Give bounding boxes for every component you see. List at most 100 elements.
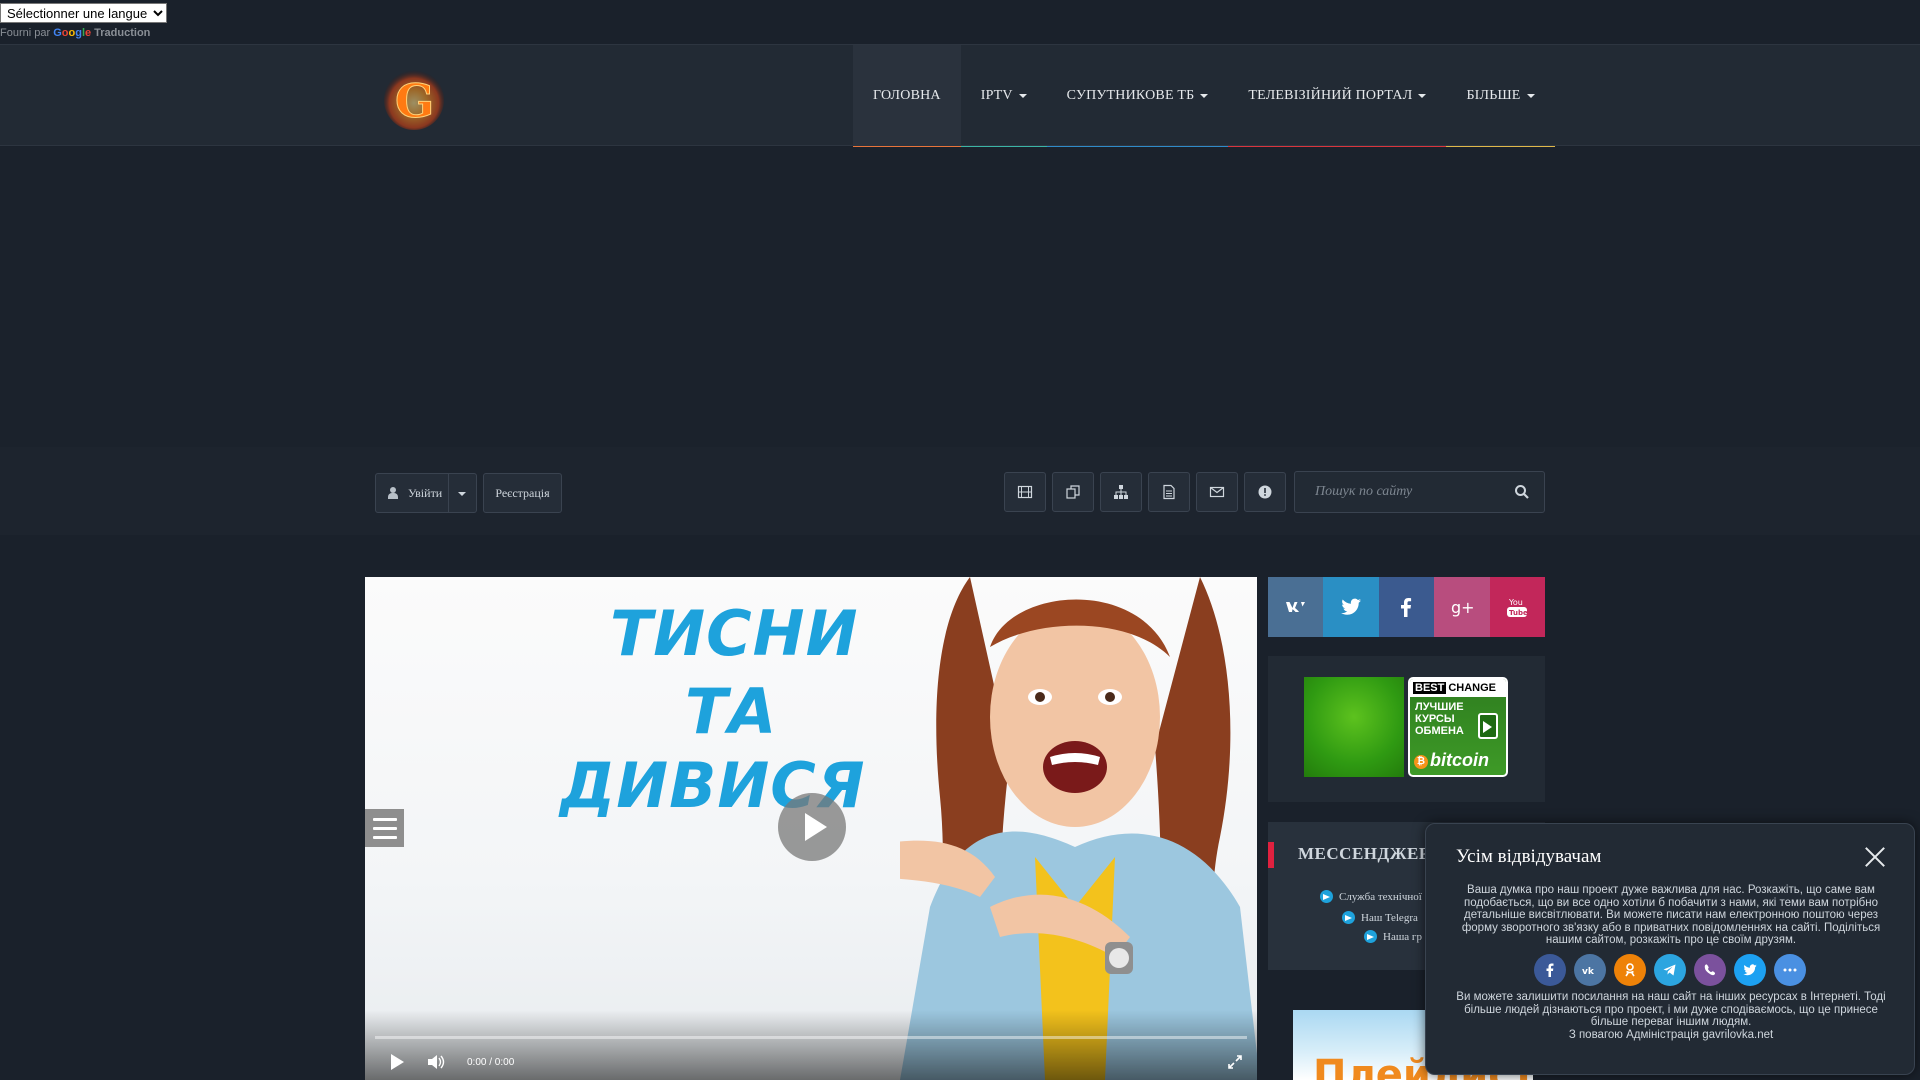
twitter-button[interactable] — [1323, 577, 1379, 637]
menu-line — [372, 817, 397, 821]
search-input[interactable] — [1295, 472, 1505, 512]
nav-item-home[interactable]: ГОЛОВНА — [853, 45, 961, 148]
telegram-share-button[interactable] — [1654, 954, 1686, 986]
register-label: Реєстрація — [495, 485, 550, 500]
copy-icon — [1066, 485, 1080, 499]
caret-down-icon[interactable] — [458, 492, 466, 496]
advertisement-area — [0, 147, 1920, 447]
google-translate-bar: Sélectionner une langue Fourni par Googl… — [0, 0, 1920, 44]
youtube-button[interactable]: You Tube — [1489, 577, 1545, 637]
vk-share-icon: vk — [1582, 967, 1595, 977]
google-plus-button[interactable]: g+ — [1434, 577, 1490, 637]
copy-button[interactable] — [1052, 472, 1094, 512]
popup-message: Ваша думка про наш проект дуже важлива д… — [1461, 884, 1881, 947]
poster-line-2: ТА — [685, 675, 778, 748]
user-icon — [388, 487, 398, 499]
bestchange-text: ЛУЧШИЕ КУРСЫ ОБМЕНА — [1415, 701, 1464, 737]
document-button[interactable] — [1148, 472, 1190, 512]
popup-footer-text: Ви можете залишити посилання на наш сайт… — [1456, 991, 1886, 1041]
film-button[interactable] — [1004, 472, 1046, 512]
progress-bar[interactable] — [375, 1036, 1247, 1039]
facebook-share-button[interactable] — [1534, 954, 1566, 986]
bitcoin-text: bitcoin — [1430, 750, 1489, 770]
login-button[interactable]: Увійти — [375, 473, 477, 513]
caret-down-icon — [1018, 94, 1027, 98]
google-logo: Google — [53, 27, 92, 39]
popup-title: Усім відвідувачам — [1456, 846, 1602, 867]
caret-down-icon — [1526, 94, 1535, 98]
messenger-link-label: Наша гр — [1383, 930, 1422, 943]
sitemap-button[interactable] — [1100, 472, 1142, 512]
site-search — [1294, 471, 1545, 513]
info-button[interactable] — [1244, 472, 1286, 512]
svg-text:Tube: Tube — [1509, 609, 1528, 617]
vk-icon — [1285, 602, 1308, 612]
social-links: g+ You Tube — [1268, 577, 1545, 637]
share-buttons: vk — [1426, 954, 1914, 986]
nav-item-more[interactable]: БІЛЬШЕ — [1446, 45, 1555, 148]
exchange-banner-box: BEST CHANGE ЛУЧШИЕ КУРСЫ ОБМЕНА ₿ bitcoin — [1268, 656, 1545, 802]
vk-button[interactable] — [1268, 577, 1324, 637]
odnoklassniki-share-button[interactable] — [1614, 954, 1646, 986]
player-menu-button[interactable] — [365, 809, 404, 847]
language-select[interactable]: Sélectionner une langue — [0, 3, 167, 23]
search-icon[interactable] — [1514, 484, 1530, 500]
messenger-link-telegram[interactable]: Наш Telegra — [1342, 911, 1418, 924]
video-player[interactable]: ТИСНИ ТА ДИВИСЯ 0:00 / 0:00 — [365, 577, 1257, 1080]
more-share-button[interactable] — [1774, 954, 1806, 986]
bestchange-change: CHANGE — [1448, 682, 1497, 694]
bestchange-banner[interactable]: BEST CHANGE ЛУЧШИЕ КУРСЫ ОБМЕНА ₿ bitcoin — [1408, 677, 1508, 777]
caret-down-icon — [1418, 94, 1427, 98]
vk-share-button[interactable]: vk — [1574, 954, 1606, 986]
telegram-share-icon — [1663, 964, 1676, 976]
caret-down-icon — [1200, 94, 1209, 98]
sitemap-icon — [1114, 485, 1128, 499]
google-plus-icon: g+ — [1451, 598, 1474, 617]
green-banner[interactable] — [1304, 677, 1404, 777]
facebook-button[interactable] — [1378, 577, 1435, 637]
viber-share-icon — [1704, 964, 1716, 976]
menu-line — [372, 835, 397, 839]
bitcoin-icon: ₿ — [1414, 755, 1428, 769]
powered-by-google: Fourni par Google Traduction — [0, 27, 150, 39]
messenger-link-group[interactable]: Наша гр — [1364, 930, 1422, 943]
telegram-icon — [1342, 911, 1355, 924]
login-divider — [448, 474, 449, 512]
twitter-share-button[interactable] — [1734, 954, 1766, 986]
nav-item-label: IPTV — [980, 88, 1013, 103]
fullscreen-icon[interactable] — [1227, 1054, 1243, 1070]
translate-link[interactable]: Traduction — [94, 27, 150, 39]
nav-item-satellite-tv[interactable]: СУПУТНИКОВЕ ТБ — [1046, 45, 1229, 148]
facebook-icon — [1401, 598, 1412, 617]
volume-icon[interactable] — [427, 1054, 445, 1070]
nav-item-tv-portal[interactable]: ТЕЛЕВІЗІЙНИЙ ПОРТАЛ — [1228, 45, 1447, 148]
site-header: G ГОЛОВНА IPTV СУПУТНИКОВЕ ТБ ТЕЛЕВІЗІЙН… — [0, 44, 1920, 148]
current-time: 0:00 — [467, 1057, 487, 1068]
nav-item-label: ТЕЛЕВІЗІЙНИЙ ПОРТАЛ — [1248, 88, 1413, 103]
popup-signature: З повагою Адміністрація gavrilovka.net — [1568, 1028, 1774, 1041]
messenger-link-support[interactable]: Служба технічної — [1320, 890, 1422, 903]
info-icon — [1258, 485, 1272, 499]
twitter-icon — [1341, 598, 1362, 615]
svg-text:You: You — [1508, 598, 1523, 607]
viber-share-button[interactable] — [1694, 954, 1726, 986]
svg-text:vk: vk — [1582, 967, 1595, 977]
nav-item-iptv[interactable]: IPTV — [960, 45, 1047, 148]
login-label: Увійти — [408, 485, 443, 500]
site-logo[interactable]: G — [382, 65, 446, 131]
close-icon[interactable] — [1864, 846, 1886, 868]
facebook-share-icon — [1546, 963, 1554, 977]
bestchange-logo: BEST CHANGE — [1410, 679, 1506, 697]
play-icon[interactable] — [391, 1054, 404, 1070]
duration: / 0:00 — [489, 1057, 515, 1068]
big-play-button[interactable] — [778, 793, 846, 861]
visitor-feedback-popup: Усім відвідувачам Ваша думка про наш про… — [1425, 823, 1915, 1075]
player-controls: 0:00 / 0:00 — [365, 1010, 1257, 1080]
nav-item-label: БІЛЬШЕ — [1466, 88, 1521, 103]
main-nav: ГОЛОВНА IPTV СУПУТНИКОВЕ ТБ ТЕЛЕВІЗІЙНИЙ… — [853, 45, 1555, 148]
contact-button[interactable] — [1196, 472, 1238, 512]
odnoklassniki-share-icon — [1625, 963, 1635, 977]
bitcoin-label: ₿ bitcoin — [1414, 750, 1489, 771]
register-button[interactable]: Реєстрація — [483, 473, 562, 513]
telegram-icon — [1320, 890, 1333, 903]
